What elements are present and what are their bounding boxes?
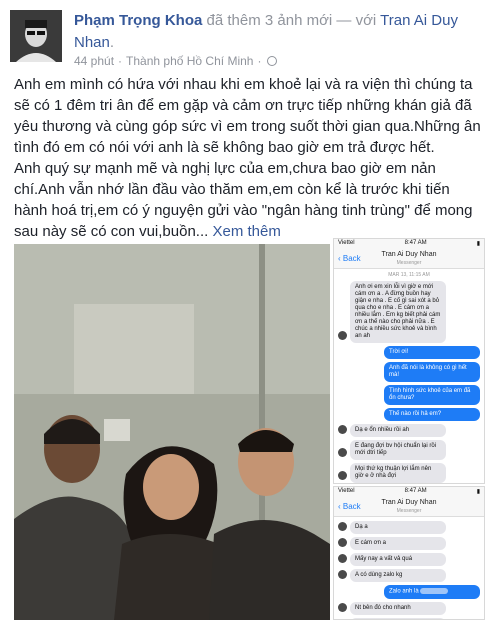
post-paragraph-1: Anh em mình có hứa với nhau khi em khoẻ …: [14, 76, 481, 156]
outgoing-message: Tình hình sức khoẻ của em đã ổn chưa?: [384, 385, 480, 405]
chat-screenshot-2[interactable]: Viettel 8:47 AM ▮ ‹ Back Tran Ai Duy Nha…: [333, 486, 485, 620]
chat-nav-bar: ‹ Back Tran Ai Duy Nhan Messenger: [334, 249, 484, 269]
outgoing-message: Thế nào rồi hả em?: [384, 408, 480, 421]
chat-message-row: A có dùng zalo kg: [338, 569, 480, 582]
chat-message-row: E cám ơn a: [338, 537, 480, 550]
contact-avatar-icon: [338, 554, 347, 563]
chat-message-row: Zalo anh là: [338, 585, 480, 599]
outgoing-message: Zalo anh là: [384, 585, 480, 599]
chat-message-row: Dạ a: [338, 521, 480, 534]
chat-messages: Anh ơi em xin lỗi vì giờ e mới cám ơn a …: [334, 281, 484, 483]
incoming-message: A có dùng zalo kg: [350, 569, 446, 582]
see-more-link[interactable]: Xem thêm: [212, 223, 280, 240]
clock-label: 8:47 AM: [404, 488, 427, 494]
clock-label: 8:47 AM: [404, 240, 427, 246]
chat-message-row: Thế nào rồi hả em?: [338, 408, 480, 421]
incoming-message: E cám ơn a: [350, 537, 446, 550]
post-header: Phạm Trọng Khoa đã thêm 3 ảnh mới — với …: [74, 10, 484, 54]
contact-avatar-icon: [338, 425, 347, 434]
incoming-message: Anh ơi em xin lỗi vì giờ e mới cám ơn a …: [350, 281, 446, 343]
incoming-message: Mọi thứ kg thuận lợi lắm nên giờ e ở nhà…: [350, 463, 446, 483]
post-meta: 44 phút · Thành phố Hồ Chí Minh ·: [74, 54, 278, 68]
redacted-phone-number: [420, 588, 449, 594]
chat-message-row: Nt bên đó cho nhanh: [338, 601, 480, 615]
post-photo-main[interactable]: [14, 244, 330, 620]
outgoing-message: Anh đã nói là không có gì hết mà!: [384, 362, 480, 382]
contact-avatar-icon: [338, 522, 347, 531]
chat-screenshot-1[interactable]: Viettel 8:47 AM ▮ ‹ Back Tran Ai Duy Nha…: [333, 238, 485, 484]
contact-avatar-icon: [338, 471, 347, 480]
contact-avatar-icon: [338, 448, 347, 457]
chat-contact-name: Tran Ai Duy Nhan: [381, 251, 437, 258]
carrier-label: Viettel: [338, 488, 355, 494]
chat-message-row: Trời ơi!: [338, 346, 480, 359]
incoming-message: Mấy nay a vất vả quá: [350, 553, 446, 566]
outgoing-message: Trời ơi!: [384, 346, 480, 359]
chat-message-row: Mấy nay a vất vả quá: [338, 553, 480, 566]
globe-icon[interactable]: [267, 56, 278, 66]
chat-app-label: Messenger: [396, 508, 422, 514]
chat-message-row: Anh ơi em xin lỗi vì giờ e mới cám ơn a …: [338, 281, 480, 343]
header-suffix: .: [109, 34, 115, 51]
author-name-link[interactable]: Phạm Trọng Khoa: [74, 12, 202, 29]
post-timestamp[interactable]: 44 phút: [74, 54, 114, 68]
chat-message-row: E đang đợi bv hội chuẩn lại rồi mới dtri…: [338, 440, 480, 460]
post-text: Anh em mình có hứa với nhau khi em khoẻ …: [14, 74, 486, 242]
chat-message-row: Dạ e ổn nhiều rồi ah: [338, 424, 480, 437]
post-action-text: đã thêm 3 ảnh mới — với: [202, 12, 381, 29]
contact-avatar-icon: [338, 570, 347, 579]
chat-message-row: Anh đã nói là không có gì hết mà!: [338, 362, 480, 382]
author-avatar[interactable]: [10, 10, 62, 62]
chat-message-row: Mọi thứ kg thuận lợi lắm nên giờ e ở nhà…: [338, 463, 480, 483]
battery-icon: ▮: [476, 241, 480, 247]
contact-avatar-icon: [338, 602, 347, 612]
chat-nav-bar: ‹ Back Tran Ai Duy Nhan Messenger: [334, 497, 484, 517]
chat-messages: Dạ a E cám ơn a Mấy nay a vất vả quá A có d…: [334, 521, 484, 619]
post-location[interactable]: Thành phố Hồ Chí Minh: [126, 54, 253, 68]
facebook-post: Phạm Trọng Khoa đã thêm 3 ảnh mới — với …: [0, 0, 498, 620]
incoming-message: Nt bên đó cho nhanh: [350, 601, 446, 615]
chat-contact-name: Tran Ai Duy Nhan: [381, 499, 437, 506]
phone-status-bar: Viettel 8:47 AM ▮: [334, 239, 484, 249]
meta-separator: ·: [118, 54, 123, 68]
contact-avatar-icon: [338, 331, 347, 340]
contact-avatar-icon: [338, 538, 347, 547]
incoming-message: Dạ e ổn nhiều rồi ah: [350, 424, 446, 437]
incoming-message: Dạ a: [350, 521, 446, 534]
incoming-message: E đang đợi bv hội chuẩn lại rồi mới dtri…: [350, 440, 446, 460]
chat-app-label: Messenger: [396, 260, 422, 266]
battery-icon: ▮: [476, 489, 480, 495]
meta-separator-2: ·: [257, 54, 262, 68]
phone-status-bar: Viettel 8:47 AM ▮: [334, 487, 484, 497]
chat-timestamp: MAR 13, 11:15 AM: [388, 272, 430, 278]
chat-message-row: Tình hình sức khoẻ của em đã ổn chưa?: [338, 385, 480, 405]
carrier-label: Viettel: [338, 240, 355, 246]
